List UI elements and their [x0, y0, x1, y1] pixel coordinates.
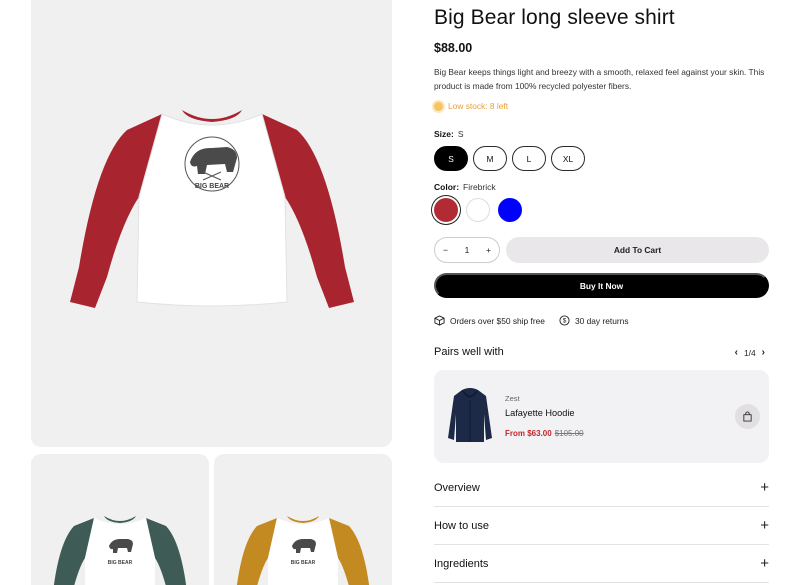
shipping-perk-text: Orders over $50 ship free	[450, 315, 545, 326]
dollar-circle-icon: $	[559, 315, 570, 326]
pairs-pager: ‹ 1/4 ›	[735, 347, 765, 358]
color-swatch-white[interactable]	[466, 198, 490, 222]
size-label: Size: S	[434, 129, 464, 139]
accordion-how-to-use[interactable]: How to use +	[434, 507, 769, 545]
main-product-image[interactable]: BIG BEAR	[31, 0, 392, 447]
size-option-m[interactable]: M	[473, 146, 507, 171]
accordion-ingredients[interactable]: Ingredients +	[434, 545, 769, 583]
color-selected-value: Firebrick	[463, 182, 496, 192]
buy-now-button[interactable]: Buy It Now	[434, 273, 769, 298]
raglan-shirt-green-image: BIG BEAR	[53, 516, 187, 585]
pairs-product-card[interactable]: Zest Lafayette Hoodie From $63.00 $105.00	[434, 370, 769, 463]
color-swatch-firebrick[interactable]	[434, 198, 458, 222]
raglan-shirt-image: BIG BEAR	[70, 110, 354, 308]
quantity-value[interactable]: 1	[465, 245, 470, 255]
color-swatch-blue[interactable]	[498, 198, 522, 222]
chevron-right-icon[interactable]: ›	[762, 347, 765, 358]
pairs-well-with-heading: Pairs well with	[434, 346, 504, 358]
raglan-shirt-mustard-image: BIG BEAR	[236, 516, 370, 585]
size-label-text: Size:	[434, 129, 454, 139]
product-title: Big Bear long sleeve shirt	[434, 6, 675, 29]
stock-text: Low stock: 8 left	[448, 101, 509, 111]
svg-text:$: $	[563, 318, 567, 325]
plus-icon: +	[760, 479, 769, 496]
svg-text:BIG BEAR: BIG BEAR	[108, 560, 133, 566]
size-options: S M L XL	[434, 146, 585, 171]
color-label: Color: Firebrick	[434, 182, 496, 192]
quick-add-button[interactable]	[735, 404, 760, 429]
pair-product-name[interactable]: Lafayette Hoodie	[505, 408, 574, 418]
hoodie-product-image	[448, 388, 492, 442]
low-stock-dot-icon	[434, 101, 443, 111]
quantity-increase-button[interactable]: +	[486, 245, 491, 255]
product-description: Big Bear keeps things light and breezy w…	[434, 67, 765, 91]
size-option-xl[interactable]: XL	[551, 146, 585, 171]
returns-perk-text: 30 day returns	[574, 315, 629, 326]
thumbnail-image[interactable]: BIG BEAR	[31, 454, 209, 585]
pair-vendor: Zest	[505, 394, 520, 403]
svg-text:BIG BEAR: BIG BEAR	[291, 560, 316, 566]
plus-icon: +	[760, 555, 769, 572]
stock-status: Low stock: 8 left	[434, 101, 508, 111]
pair-sale-price: From $63.00	[505, 429, 552, 438]
add-to-cart-button[interactable]: Add To Cart	[506, 237, 769, 263]
accordion-label: How to use	[434, 519, 490, 532]
plus-icon: +	[760, 517, 769, 534]
accordion-overview[interactable]: Overview +	[434, 469, 769, 507]
pair-price: From $63.00 $105.00	[505, 429, 584, 438]
quantity-stepper: − 1 +	[434, 237, 500, 263]
svg-text:BIG BEAR: BIG BEAR	[195, 183, 229, 190]
size-option-l[interactable]: L	[512, 146, 546, 171]
pager-count: 1/4	[744, 347, 756, 358]
size-option-s[interactable]: S	[434, 146, 468, 171]
accordion-label: Overview	[434, 481, 480, 494]
shipping-perk: Orders over $50 ship free	[434, 315, 545, 326]
shopping-bag-icon	[743, 411, 752, 422]
size-selected-value: S	[457, 129, 464, 139]
thumbnail-image[interactable]: BIG BEAR	[214, 454, 392, 585]
product-price: $88.00	[434, 41, 473, 55]
perks-row: Orders over $50 ship free $ 30 day retur…	[434, 315, 629, 326]
color-label-text: Color:	[434, 182, 460, 192]
accordion-label: Ingredients	[434, 557, 489, 570]
quantity-decrease-button[interactable]: −	[443, 245, 448, 255]
box-icon	[434, 315, 445, 326]
color-options	[434, 198, 522, 222]
product-gallery: BIG BEAR BIG BEAR BIG BEAR	[0, 0, 400, 585]
chevron-left-icon[interactable]: ‹	[735, 347, 738, 358]
returns-perk: $ 30 day returns	[559, 315, 629, 326]
pair-original-price: $105.00	[554, 429, 584, 438]
